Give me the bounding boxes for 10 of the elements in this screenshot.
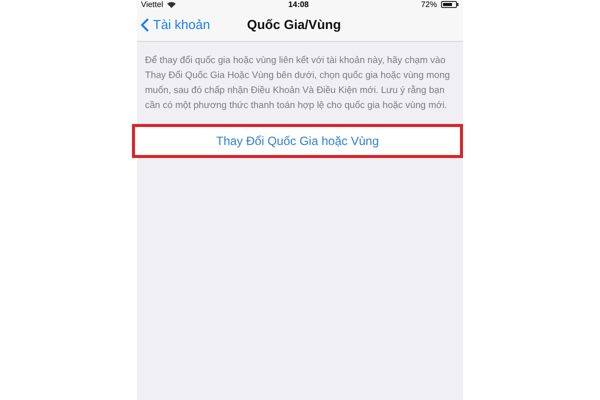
change-region-button[interactable]: Thay Đổi Quốc Gia hoặc Vùng	[132, 124, 463, 158]
wifi-icon	[167, 2, 176, 8]
battery-icon	[440, 1, 459, 8]
back-button[interactable]: Tài khoản	[137, 15, 210, 35]
battery-percentage: 72%	[420, 0, 437, 9]
carrier-name: Viettel	[141, 0, 164, 9]
status-time: 14:08	[288, 0, 309, 9]
page-title: Quốc Gia/Vùng	[247, 16, 341, 34]
back-chevron-icon	[141, 18, 149, 32]
description-text: Để thay đổi quốc gia hoặc vùng liên kết với tài khoản này, hãy chạm vào Thay Đổi Quốc Gia Hoặc Vùng bên dưới, chọn quốc gia hoặc vùng mong muốn, sau đó chấp nhận Điều Khoản Và Điều Kiện mới. Lưu ý rằng bạn cần có một phương thức thanh toán hợp lệ cho quốc gia hoặc vùng mới.	[144, 53, 451, 112]
